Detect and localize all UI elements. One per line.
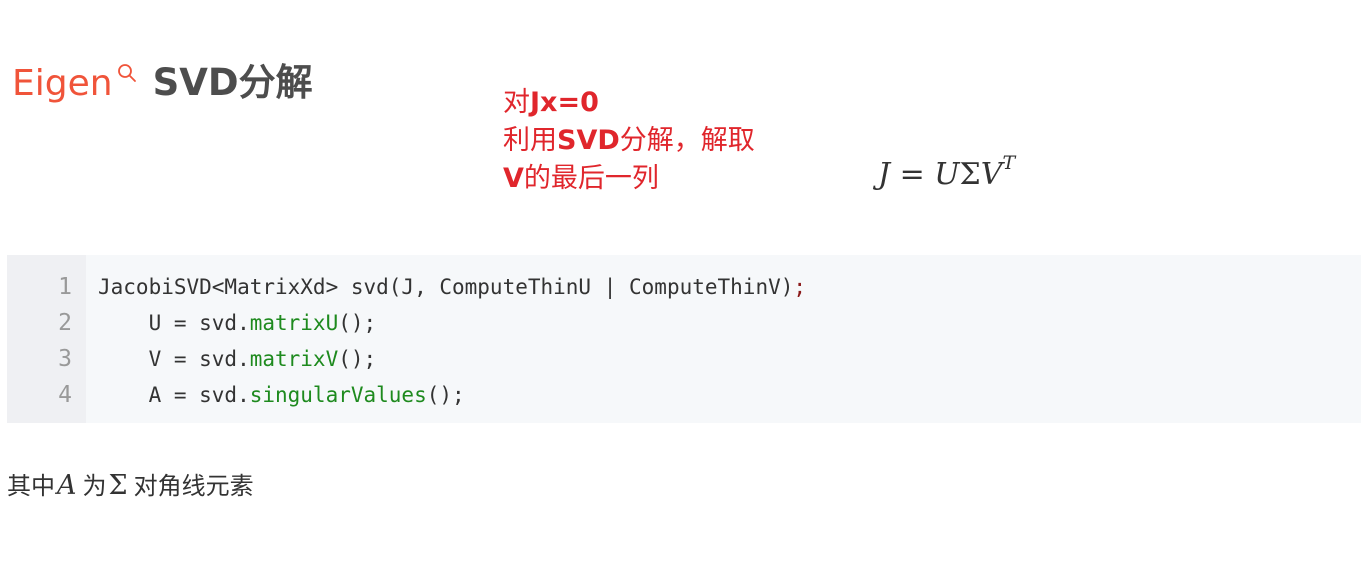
eigen-brand-text: Eigen bbox=[12, 63, 113, 104]
annotation-line-3: V的最后一列 bbox=[503, 163, 659, 194]
code-line-3: V = svd.matrixV(); bbox=[98, 347, 377, 371]
body-paragraph: 其中A 为Σ 对角线元素 bbox=[7, 470, 254, 501]
annotation-line-1: 对Jx=0 bbox=[503, 87, 599, 118]
eigen-link[interactable]: Eigen bbox=[12, 63, 136, 104]
math-var-a: A bbox=[57, 470, 77, 501]
line-number: 1 bbox=[58, 274, 72, 300]
line-number-gutter: 1 2 3 4 bbox=[7, 255, 86, 423]
line-number: 2 bbox=[58, 310, 72, 336]
code-line-2: U = svd.matrixU(); bbox=[98, 311, 377, 335]
page-title: SVD分解 bbox=[152, 61, 313, 104]
code-line-1: JacobiSVD<MatrixXd> svd(J, ComputeThinU … bbox=[98, 275, 807, 299]
annotation-line-2: 利用SVD分解，解取 bbox=[503, 125, 755, 156]
red-annotation: 对Jx=0 利用SVD分解，解取 V的最后一列 bbox=[503, 84, 755, 198]
document-page: Eigen SVD分解 对Jx=0 利用SVD分解，解取 V的最后一列 J = … bbox=[0, 0, 1361, 582]
svd-formula: J = UΣVT bbox=[878, 152, 1016, 192]
code-lines: JacobiSVD<MatrixXd> svd(J, ComputeThinU … bbox=[86, 255, 806, 423]
code-line-4: A = svd.singularValues(); bbox=[98, 383, 465, 407]
search-icon[interactable] bbox=[117, 63, 137, 83]
math-var-sigma: Σ bbox=[108, 470, 128, 501]
code-block: 1 2 3 4 JacobiSVD<MatrixXd> svd(J, Compu… bbox=[7, 255, 1361, 423]
line-number: 4 bbox=[58, 382, 72, 408]
line-number: 3 bbox=[58, 346, 72, 372]
page-heading: Eigen SVD分解 bbox=[12, 52, 313, 112]
